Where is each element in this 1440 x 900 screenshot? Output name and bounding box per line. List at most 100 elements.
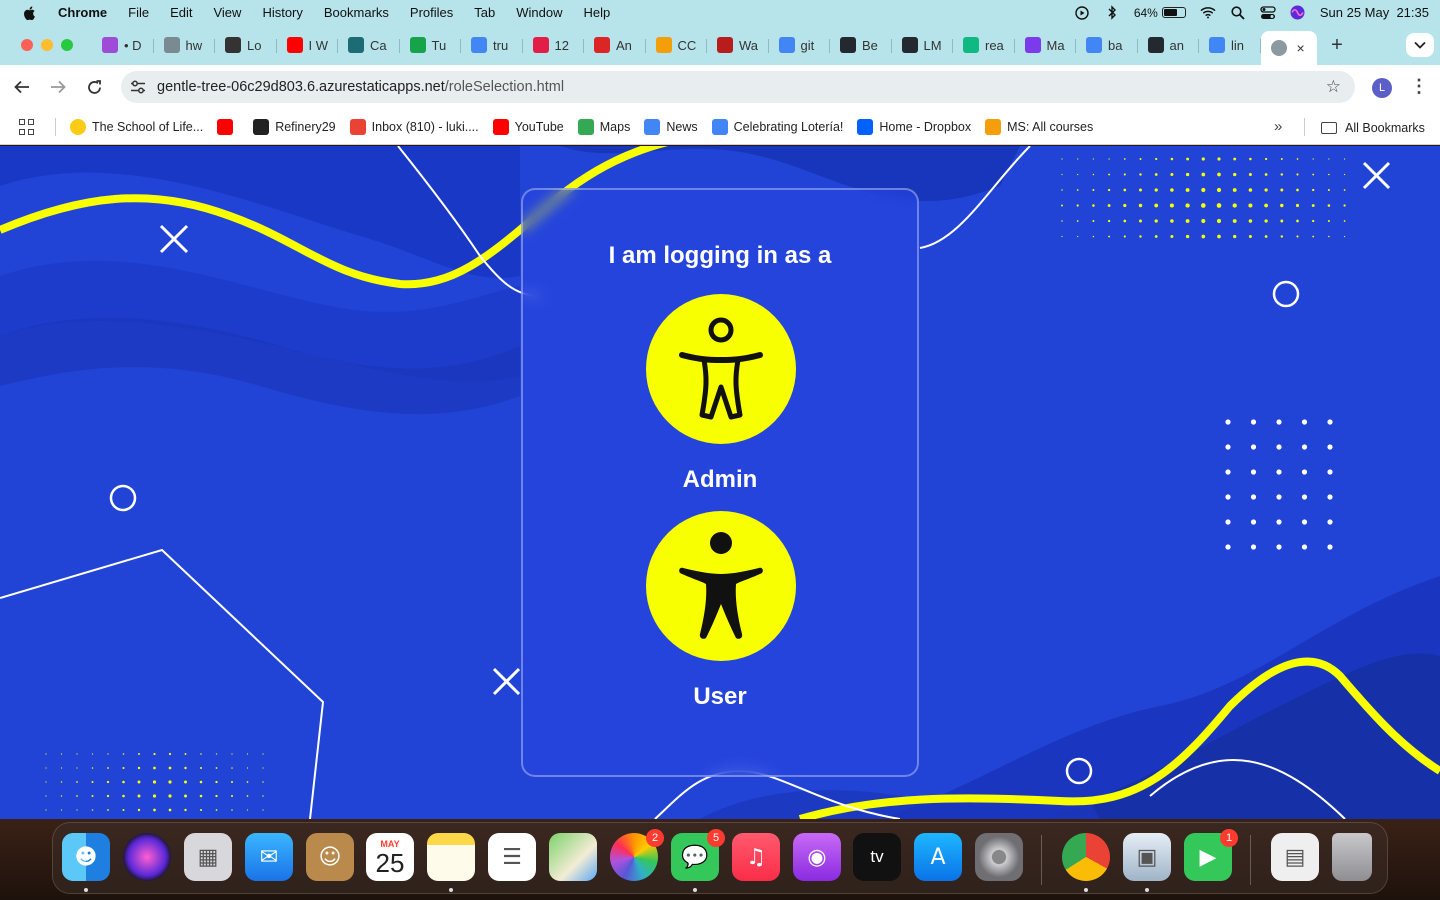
finder-icon[interactable]: ☻ xyxy=(62,833,110,881)
chrome-icon[interactable] xyxy=(1062,833,1110,881)
browser-tab[interactable]: tru xyxy=(461,31,523,59)
notification-badge: 2 xyxy=(646,829,664,847)
facetime-icon[interactable]: ▶ 1 xyxy=(1184,829,1238,881)
spotlight-search-icon[interactable] xyxy=(1230,5,1246,21)
bookmark-item[interactable]: Home - Dropbox xyxy=(857,119,971,135)
window-zoom-button[interactable] xyxy=(61,39,73,51)
browser-tab[interactable]: Be xyxy=(830,31,892,59)
browser-tab[interactable]: • D xyxy=(92,31,154,59)
menu-window[interactable]: Window xyxy=(516,5,562,20)
site-settings-icon[interactable] xyxy=(129,78,147,96)
reload-button[interactable] xyxy=(83,76,105,98)
browser-tab[interactable]: Lo xyxy=(215,31,277,59)
music-icon[interactable]: ♫ xyxy=(732,833,780,881)
decorative-dot xyxy=(1280,235,1284,238)
more-menu-icon[interactable]: ⋮ xyxy=(1410,76,1428,97)
contacts-icon[interactable]: ☺ xyxy=(306,833,354,881)
browser-tab[interactable]: An xyxy=(584,31,646,59)
bookmark-item[interactable]: The School of Life... xyxy=(70,119,203,135)
apple-logo-icon[interactable] xyxy=(22,5,36,21)
browser-tab[interactable]: Ca xyxy=(338,31,400,59)
menu-app-name[interactable]: Chrome xyxy=(58,5,107,20)
back-button[interactable] xyxy=(11,76,33,98)
menu-bookmarks[interactable]: Bookmarks xyxy=(324,5,389,20)
decorative-dot xyxy=(215,780,218,784)
window-minimize-button[interactable] xyxy=(41,39,53,51)
new-tab-button[interactable]: + xyxy=(1326,35,1348,57)
more-bookmarks-icon[interactable]: » xyxy=(1274,118,1282,135)
trash-icon[interactable] xyxy=(1332,833,1372,881)
bookmark-item[interactable]: Refinery29 xyxy=(253,119,336,135)
bookmark-item[interactable] xyxy=(217,119,239,135)
siri-icon[interactable] xyxy=(1290,5,1306,21)
tab-title: Wa xyxy=(739,37,759,53)
bluetooth-icon[interactable] xyxy=(1104,5,1120,21)
decorative-dot xyxy=(1250,469,1257,475)
battery-indicator[interactable]: 64% xyxy=(1134,6,1186,20)
photos-icon[interactable]: 2 xyxy=(610,829,664,881)
admin-role-label[interactable]: Admin xyxy=(523,466,917,494)
menu-history[interactable]: History xyxy=(262,5,302,20)
settings-icon[interactable] xyxy=(975,833,1023,881)
wifi-icon[interactable] xyxy=(1200,5,1216,21)
browser-tab[interactable]: an xyxy=(1138,31,1200,59)
menu-profiles[interactable]: Profiles xyxy=(410,5,453,20)
browser-tab[interactable]: git xyxy=(769,31,831,59)
launchpad-icon[interactable]: ▦ xyxy=(184,833,232,881)
tab-search-button[interactable] xyxy=(1406,33,1434,57)
browser-tab[interactable]: ba xyxy=(1076,31,1138,59)
bookmark-item[interactable]: YouTube xyxy=(492,119,564,135)
bookmark-item[interactable]: Maps xyxy=(577,119,630,135)
menu-tab[interactable]: Tab xyxy=(474,5,495,20)
appstore-icon[interactable]: A xyxy=(914,833,962,881)
browser-tab[interactable]: 12 xyxy=(523,31,585,59)
menu-view[interactable]: View xyxy=(213,5,241,20)
tv-icon[interactable]: tv xyxy=(853,833,901,881)
close-tab-icon[interactable]: × xyxy=(1297,40,1305,56)
mail-icon[interactable]: ✉ xyxy=(245,833,293,881)
menu-file[interactable]: File xyxy=(128,5,149,20)
maps-icon[interactable] xyxy=(549,833,597,881)
user-role-label[interactable]: User xyxy=(523,683,917,711)
apps-grid-icon[interactable] xyxy=(19,119,35,135)
browser-tab[interactable]: CC xyxy=(646,31,708,59)
browser-tab[interactable]: Tu xyxy=(400,31,462,59)
bookmark-item[interactable]: Celebrating Lotería! xyxy=(711,119,843,135)
browser-tab[interactable]: hw xyxy=(154,31,216,59)
control-center-icon[interactable] xyxy=(1260,5,1276,21)
bookmark-star-icon[interactable]: ☆ xyxy=(1326,77,1341,97)
menu-edit[interactable]: Edit xyxy=(170,5,192,20)
app-glyph: ♫ xyxy=(746,844,766,870)
bookmark-item[interactable]: Inbox (810) - luki.... xyxy=(349,119,479,135)
browser-tab[interactable]: lin xyxy=(1199,31,1261,59)
browser-tab[interactable]: Wa xyxy=(707,31,769,59)
browser-tab[interactable]: LM xyxy=(892,31,954,59)
messages-icon[interactable]: 💬 5 xyxy=(671,829,725,881)
siri-icon[interactable] xyxy=(123,833,171,881)
forward-button[interactable] xyxy=(47,76,69,98)
bookmark-item[interactable]: MS: All courses xyxy=(985,119,1093,135)
admin-role-button[interactable] xyxy=(646,294,796,444)
clock-datetime[interactable]: Sun 25 May 21:35 xyxy=(1320,5,1429,20)
calendar-icon[interactable]: MAY 25 xyxy=(366,833,414,881)
decorative-dot xyxy=(1092,158,1094,160)
window-close-button[interactable] xyxy=(21,39,33,51)
active-browser-tab[interactable]: × xyxy=(1260,31,1317,65)
address-bar[interactable]: gentle-tree-06c29d803.6.azurestaticapps.… xyxy=(121,71,1355,103)
browser-tab[interactable]: rea xyxy=(953,31,1015,59)
menu-help[interactable]: Help xyxy=(584,5,611,20)
decorative-dot xyxy=(1201,172,1206,177)
profile-avatar[interactable]: L xyxy=(1372,78,1392,98)
all-bookmarks-button[interactable]: All Bookmarks xyxy=(1321,110,1425,145)
play-circle-icon[interactable] xyxy=(1074,5,1090,21)
decorative-dot xyxy=(1248,219,1253,223)
reminders-icon[interactable]: ☰ xyxy=(488,833,536,881)
document-stack-icon[interactable]: ▤ xyxy=(1271,833,1319,881)
user-role-button[interactable] xyxy=(646,511,796,661)
podcasts-icon[interactable]: ◉ xyxy=(793,833,841,881)
browser-tab[interactable]: I W xyxy=(277,31,339,59)
preview-icon[interactable]: ▣ xyxy=(1123,833,1171,881)
bookmark-item[interactable]: News xyxy=(644,119,698,135)
notes-icon[interactable] xyxy=(427,833,475,881)
browser-tab[interactable]: Ma xyxy=(1015,31,1077,59)
